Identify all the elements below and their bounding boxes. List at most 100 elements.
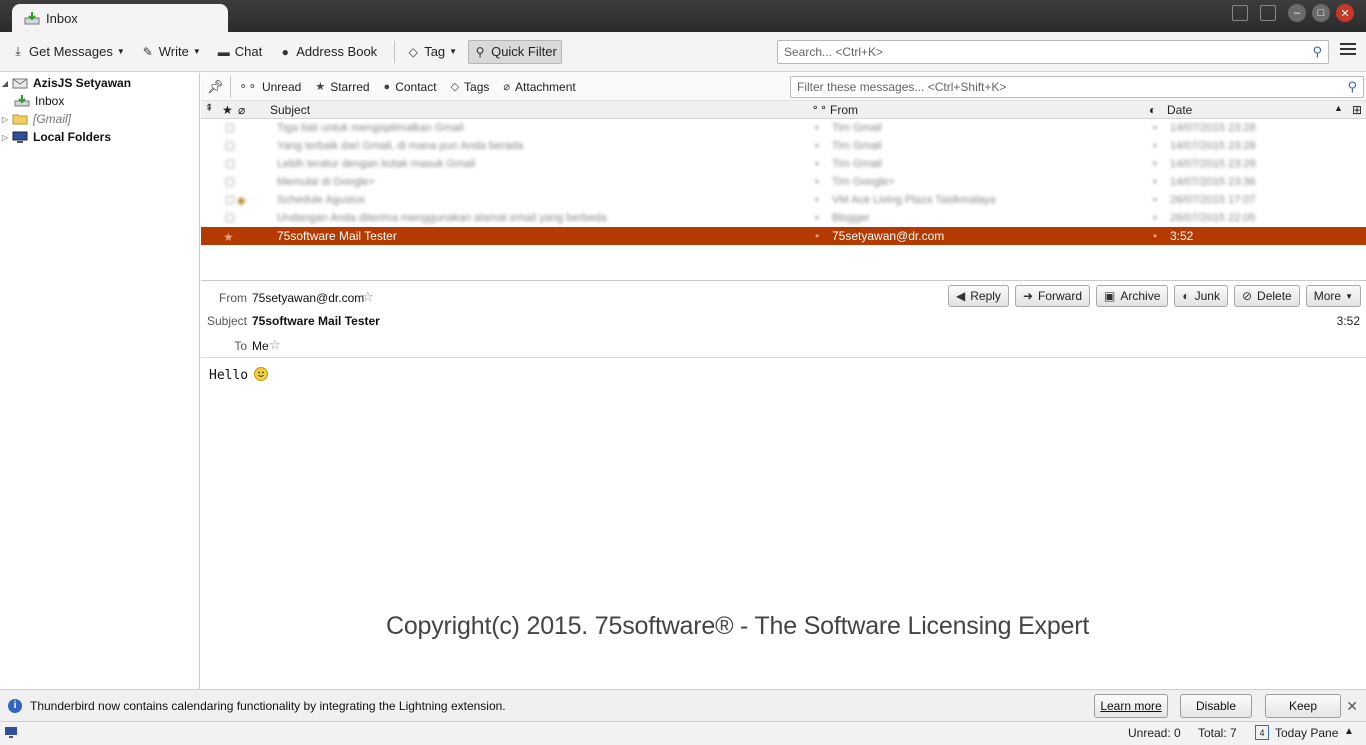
from-address[interactable]: 75setyawan@dr.com (252, 291, 364, 305)
read-column-icon[interactable]: ⚬⚬ (811, 103, 828, 114)
filter-starred[interactable]: ★ Starred (315, 80, 369, 94)
chat-icon: ▬ (217, 44, 230, 59)
disable-button[interactable]: Disable (1180, 694, 1252, 718)
column-picker-icon[interactable]: ⊞ (1352, 103, 1362, 117)
chat-button[interactable]: ▬ Chat (212, 40, 267, 64)
address-book-button[interactable]: ● Address Book (273, 40, 382, 64)
table-row[interactable]: ☐ Tiga tiati untuk mengoptimalkan Gmail … (201, 119, 1366, 137)
more-button[interactable]: More ▼ (1305, 285, 1361, 307)
filter-attachment[interactable]: ⌀ Attachment (503, 80, 575, 94)
today-pane-button[interactable]: Today Pane (1275, 726, 1338, 740)
pin-icon[interactable]: 📌︎ (207, 79, 224, 95)
column-subject[interactable]: Subject (270, 103, 310, 117)
table-row[interactable]: ☐ Lebih teratur dengan kotak masuk Gmail… (201, 155, 1366, 173)
get-messages-button[interactable]: ⤓ Get Messages ▼ (6, 40, 130, 64)
folder-local[interactable]: ▷ Local Folders (0, 128, 199, 146)
close-button[interactable]: ✕ (1336, 4, 1354, 22)
column-from[interactable]: From (830, 103, 858, 117)
contact-icon: ● (383, 80, 391, 93)
chevron-down-icon[interactable]: ▼ (193, 47, 201, 56)
tag-icon: ◇ (408, 44, 418, 59)
filter-tags[interactable]: ◇ Tags (451, 80, 490, 94)
folder-inbox[interactable]: Inbox (0, 92, 199, 110)
junk-dot-icon[interactable]: • (1153, 158, 1157, 170)
read-dot-icon[interactable]: • (815, 122, 819, 134)
delete-label: Delete (1257, 289, 1292, 303)
tasks-tab-icon[interactable] (1260, 5, 1276, 21)
close-icon[interactable]: ✕ (1346, 698, 1358, 715)
filter-messages-input[interactable]: Filter these messages... <Ctrl+Shift+K> … (790, 76, 1364, 98)
thread-subject: Schedule Agustus (277, 194, 366, 206)
column-date[interactable]: Date (1167, 103, 1192, 117)
folder-gmail[interactable]: ▷ [Gmail] (0, 110, 199, 128)
junk-column-icon[interactable]: ◐ (1149, 103, 1156, 117)
read-dot-icon[interactable]: • (815, 212, 819, 224)
minimize-button[interactable]: – (1288, 4, 1306, 22)
junk-dot-icon[interactable]: • (1153, 229, 1157, 243)
forward-button[interactable]: ➜ Forward (1014, 285, 1091, 307)
read-dot-icon[interactable]: • (815, 194, 819, 206)
sort-ascending-icon[interactable]: ▲ (1334, 103, 1343, 113)
pane-splitter[interactable] (201, 280, 1366, 281)
tab-inbox[interactable]: Inbox (12, 4, 228, 32)
archive-button[interactable]: ▣ Archive (1096, 285, 1169, 307)
quick-filter-button[interactable]: ⚲ Quick Filter (468, 39, 562, 64)
expand-icon[interactable]: ▷ (0, 133, 10, 142)
read-dot-icon[interactable]: • (815, 140, 819, 152)
calendar-tab-icon[interactable] (1232, 5, 1248, 21)
filter-contact[interactable]: ● Contact (384, 80, 437, 94)
junk-button[interactable]: ◐ Junk (1174, 285, 1228, 307)
reply-button[interactable]: ◀ Reply (948, 285, 1009, 307)
message-body: Hello Copyright(c) 2015. 75software® - T… (201, 359, 1366, 689)
chevron-down-icon[interactable]: ▼ (117, 47, 125, 56)
to-address[interactable]: Me (252, 339, 269, 353)
junk-dot-icon[interactable]: • (1153, 122, 1157, 134)
star-icon[interactable]: ☐ (225, 140, 235, 153)
junk-dot-icon[interactable]: • (1153, 176, 1157, 188)
star-icon[interactable]: ☆ (269, 337, 281, 353)
read-dot-icon[interactable]: • (815, 158, 819, 170)
table-row[interactable]: ☐ Memulai di Google+ • Tim Google+ • 14/… (201, 173, 1366, 191)
star-icon[interactable]: ☐ (225, 212, 235, 225)
star-icon[interactable]: ★ (223, 230, 234, 244)
read-dot-icon[interactable]: • (815, 229, 819, 243)
thread-column-icon[interactable]: ⇞ (205, 103, 213, 114)
thread-from: 75setyawan@dr.com (832, 229, 945, 243)
table-row[interactable]: ☐ ◆ Schedule Agustus • VM Ace Living Pla… (201, 191, 1366, 209)
app-menu-icon[interactable] (1340, 43, 1356, 58)
notification-bar: i Thunderbird now contains calendaring f… (0, 689, 1366, 721)
online-status-icon[interactable] (4, 725, 18, 742)
star-icon[interactable]: ☐ (225, 158, 235, 171)
search-icon[interactable]: ⚲ (1312, 44, 1322, 60)
junk-dot-icon[interactable]: • (1153, 194, 1157, 206)
maximize-button[interactable]: □ (1312, 4, 1330, 22)
table-row-selected[interactable]: ★ 75software Mail Tester • 75setyawan@dr… (201, 227, 1366, 245)
smiley-icon (254, 367, 269, 381)
chevron-up-icon[interactable]: ▲ (1344, 726, 1354, 737)
write-button[interactable]: ✎ Write ▼ (136, 40, 206, 64)
table-row[interactable]: ☐ Yang terbaik dari Gmail, di mana pun A… (201, 137, 1366, 155)
download-icon: ⤓ (15, 44, 21, 58)
delete-button[interactable]: ⊘ Delete (1233, 285, 1300, 307)
table-row[interactable]: ☐ Undangan Anda diterima menggunakan ala… (201, 209, 1366, 227)
junk-dot-icon[interactable]: • (1153, 212, 1157, 224)
keep-button[interactable]: Keep (1265, 694, 1341, 718)
attachment-icon: ◆ (237, 195, 246, 207)
filter-unread[interactable]: ⚬⚬ Unread (239, 80, 302, 94)
star-column-icon[interactable]: ★ (222, 103, 233, 117)
collapse-icon[interactable]: ◢ (0, 79, 10, 88)
search-icon[interactable]: ⚲ (1347, 79, 1357, 95)
tag-button[interactable]: ◇ Tag ▼ (401, 40, 462, 64)
star-icon[interactable]: ☆ (362, 289, 374, 305)
star-icon[interactable]: ☐ (225, 194, 235, 207)
attachment-column-icon[interactable]: ⌀ (238, 103, 245, 117)
star-icon[interactable]: ☐ (225, 122, 235, 135)
learn-more-button[interactable]: Learn more (1094, 694, 1168, 718)
expand-icon[interactable]: ▷ (0, 115, 10, 124)
global-search-input[interactable]: Search... <Ctrl+K> ⚲ (777, 40, 1329, 64)
folder-account[interactable]: ◢ AzisJS Setyawan (0, 74, 199, 92)
junk-dot-icon[interactable]: • (1153, 140, 1157, 152)
thread-from: Blogger (832, 212, 870, 224)
read-dot-icon[interactable]: • (815, 176, 819, 188)
star-icon[interactable]: ☐ (225, 176, 235, 189)
